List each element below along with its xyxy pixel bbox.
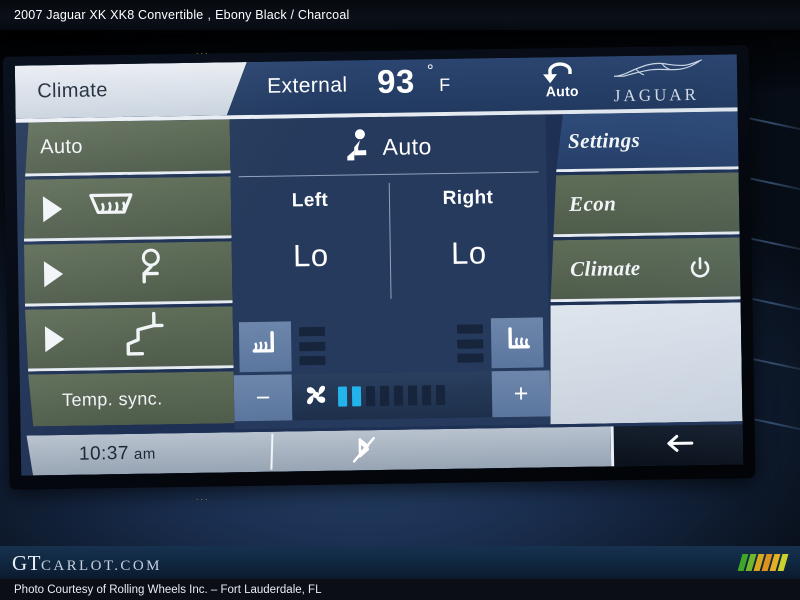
photo-canvas: 2007 Jaguar XK XK8 Convertible, Ebony Bl…	[0, 0, 800, 600]
logo-prefix: GT	[12, 551, 41, 575]
fan-bar	[365, 386, 376, 407]
jaguar-leaper-icon	[608, 59, 704, 81]
vent-arrow-icon	[44, 260, 63, 286]
fan-bar	[393, 385, 404, 406]
level-segment	[457, 338, 484, 349]
menu-title-label: Climate	[37, 79, 108, 103]
back-button[interactable]	[610, 424, 744, 467]
listing-colors: Ebony Black / Charcoal	[215, 8, 350, 22]
left-button-column: Auto Temp. sync.	[16, 119, 235, 432]
fan-speed-bars	[337, 384, 446, 407]
auto-mode-indicator[interactable]: Auto	[230, 120, 547, 173]
face-vent-button[interactable]	[18, 241, 233, 306]
zone-left[interactable]: Left Lo	[231, 179, 391, 311]
seat-heater-right-button[interactable]	[490, 317, 544, 369]
brand-name-label: JAGUAR	[613, 84, 700, 106]
right-empty-panel	[549, 302, 743, 424]
vent-arrow-icon	[43, 195, 62, 221]
back-arrow-icon	[661, 432, 695, 460]
brand-badge: JAGUAR	[591, 59, 722, 107]
auto-climate-button[interactable]: Auto	[16, 119, 231, 176]
logo-stripes	[737, 554, 789, 571]
fan-increase-label: +	[513, 379, 529, 408]
level-segment	[298, 326, 326, 337]
fan-bar	[407, 385, 418, 406]
bottom-bar-divider	[270, 434, 273, 470]
center-climate-panel: Auto Left Lo Right Lo − +	[229, 114, 551, 430]
econ-button[interactable]: Econ	[547, 172, 740, 237]
climate-power-button[interactable]: Climate	[548, 237, 741, 302]
vent-arrow-icon	[45, 325, 64, 351]
recirculation-label: Auto	[545, 82, 579, 100]
level-segment	[299, 341, 326, 351]
seat-heater-right-level	[456, 324, 484, 363]
recirculation-button[interactable]: Auto	[527, 61, 598, 100]
listing-title-bar: 2007 Jaguar XK XK8 Convertible, Ebony Bl…	[0, 0, 800, 30]
level-segment	[456, 324, 484, 334]
reflection-speck-bottom: ...	[196, 492, 210, 502]
zone-right[interactable]: Right Lo	[389, 176, 549, 308]
infotainment-screen: Climate External 93 ° F Auto JAGUAR Auto…	[2, 45, 756, 490]
fan-speed-gauge[interactable]	[291, 371, 493, 421]
screen-surface: Climate External 93 ° F Auto JAGUAR Auto…	[14, 54, 744, 476]
external-temp-value: 93	[376, 62, 416, 101]
seat-heater-left-level	[298, 326, 326, 366]
auto-mode-label: Auto	[382, 132, 432, 160]
fan-icon	[302, 381, 330, 412]
watermark-bar: GTCARLOT.COM	[0, 546, 800, 579]
settings-button[interactable]: Settings	[546, 111, 739, 172]
windshield-vent-button[interactable]	[17, 176, 232, 241]
seat-heater-left-icon	[246, 328, 285, 366]
zone-right-label: Right	[442, 187, 494, 209]
level-segment	[457, 353, 484, 363]
fan-increase-button[interactable]: +	[491, 370, 551, 418]
settings-label: Settings	[567, 127, 641, 154]
level-segment	[299, 355, 326, 366]
fan-bar	[435, 384, 446, 406]
photo-credit-text: Photo Courtesy of Rolling Wheels Inc. – …	[14, 583, 322, 596]
seat-heater-left-button[interactable]	[238, 321, 292, 373]
photo-credit-bar: Photo Courtesy of Rolling Wheels Inc. – …	[0, 579, 800, 600]
clock: 10:37 am	[79, 443, 156, 466]
climate-label: Climate	[569, 255, 641, 281]
seat-heater-row	[233, 317, 550, 373]
temp-unit-label: F	[439, 74, 451, 96]
auto-climate-label: Auto	[39, 135, 84, 159]
windshield-defrost-icon	[84, 187, 139, 229]
listing-separator: ,	[207, 8, 212, 22]
bluetooth-muted-icon[interactable]	[349, 436, 380, 471]
degree-symbol: °	[426, 61, 434, 81]
menu-title-tab[interactable]: Climate	[15, 62, 248, 119]
fan-speed-row: − +	[233, 370, 551, 422]
temp-sync-label: Temp. sync.	[61, 387, 163, 410]
fan-bar	[379, 385, 390, 406]
temp-sync-button[interactable]: Temp. sync.	[20, 371, 235, 426]
fan-bar	[421, 385, 432, 406]
econ-label: Econ	[568, 191, 617, 217]
feet-vent-icon	[114, 309, 171, 365]
clock-ampm: am	[133, 445, 156, 463]
gtcarlot-logo: GTCARLOT.COM	[12, 551, 162, 576]
fan-bar	[337, 386, 348, 407]
power-icon	[688, 256, 712, 285]
reflection-speck-top: ...	[196, 46, 210, 56]
right-menu-column: Settings Econ Climate	[546, 111, 743, 424]
external-temp-label: External	[266, 73, 348, 98]
zone-right-value: Lo	[450, 235, 487, 271]
fan-decrease-button[interactable]: −	[233, 374, 293, 422]
face-vent-icon	[117, 247, 170, 297]
fan-bar	[351, 386, 362, 407]
screen-header: Climate External 93 ° F Auto JAGUAR	[15, 54, 738, 123]
zone-left-value: Lo	[292, 237, 329, 274]
seat-heater-right-icon	[498, 324, 537, 362]
logo-suffix: CARLOT.COM	[41, 558, 162, 574]
header-status-panel: External 93 ° F Auto JAGUAR	[227, 54, 738, 115]
seated-person-icon	[344, 128, 373, 167]
fan-decrease-label: −	[255, 383, 271, 412]
zone-left-label: Left	[291, 189, 329, 212]
clock-time: 10:37	[78, 442, 130, 465]
feet-vent-button[interactable]	[19, 306, 234, 371]
listing-vehicle-title: 2007 Jaguar XK XK8 Convertible	[14, 8, 204, 22]
